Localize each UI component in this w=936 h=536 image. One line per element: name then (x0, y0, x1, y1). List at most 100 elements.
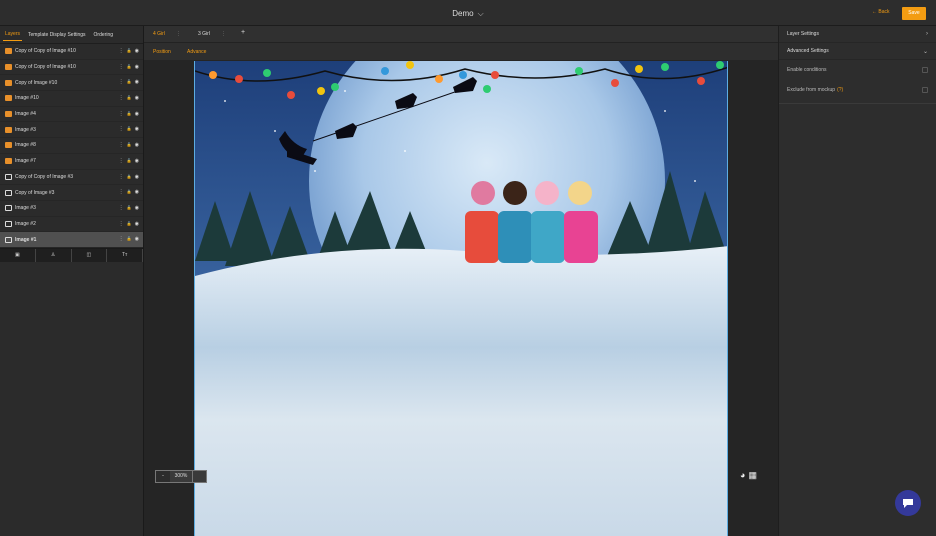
layer-row[interactable]: Copy of Copy of Image #10 ⋮ 🔓 ◉ (0, 44, 143, 60)
document-title[interactable]: Demo ⌵ (0, 9, 936, 19)
layer-row[interactable]: Image #4 ⋮ 🔓 ◉ (0, 107, 143, 123)
more-icon[interactable]: ⋮ (119, 126, 124, 132)
unlock-icon[interactable]: 🔓 (127, 236, 132, 242)
eye-icon[interactable]: ◉ (135, 126, 139, 132)
more-icon[interactable]: ⋮ (119, 205, 124, 211)
unlock-icon[interactable]: 🔓 (127, 126, 132, 132)
unlock-icon[interactable]: 🔓 (127, 48, 132, 54)
chat-button[interactable] (895, 490, 921, 516)
lock-icon[interactable]: 🔒 (127, 189, 132, 195)
tab-layers[interactable]: Layers (3, 28, 23, 41)
layer-row[interactable]: Image #3 ⋮ 🔓 ◉ (0, 122, 143, 139)
unlock-icon[interactable]: 🔓 (127, 79, 132, 85)
layer-controls: ⋮ 🔓 ◉ (119, 158, 139, 164)
add-tab-button[interactable]: + (241, 29, 245, 36)
more-icon[interactable]: ⋮ (119, 236, 124, 242)
layer-row[interactable]: Image #8 ⋮ 🔓 ◉ (0, 138, 143, 154)
layer-name: Image #3 (15, 126, 36, 133)
zoom-out-button[interactable]: - (156, 471, 170, 482)
zoom-value[interactable]: 300% (170, 471, 192, 482)
zoom-in-button[interactable] (192, 471, 206, 482)
layer-row[interactable]: Copy of Image #10 ⋮ 🔓 ◉ (0, 75, 143, 92)
more-icon[interactable]: ⋮ (119, 189, 124, 195)
eye-icon[interactable]: ◉ (135, 79, 139, 85)
eye-icon[interactable]: ◉ (135, 48, 139, 54)
eye-icon[interactable]: ◉ (135, 142, 139, 148)
layer-tools: ▣ ♙ ◫ Tт (0, 247, 143, 262)
eye-icon[interactable]: ◉ (135, 189, 139, 195)
layer-controls: ⋮ 🔓 ◉ (119, 79, 139, 85)
grid-icon[interactable]: ▦ (748, 470, 757, 481)
more-icon[interactable]: ⋮ (119, 221, 124, 227)
lock-icon[interactable]: 🔒 (127, 174, 132, 180)
layer-controls: ⋮ 🔒 ◉ (119, 174, 139, 180)
more-icon[interactable]: ⋮ (119, 79, 124, 85)
layer-row[interactable]: Copy of Image #3 ⋮ 🔒 ◉ (0, 185, 143, 201)
layer-controls: ⋮ 🔒 ◉ (119, 189, 139, 195)
eye-icon[interactable]: ◉ (135, 158, 139, 164)
more-icon[interactable]: ⋮ (119, 174, 124, 180)
more-icon[interactable]: ⋮ (119, 64, 124, 70)
unlock-icon[interactable]: 🔓 (127, 95, 132, 101)
layer-row[interactable]: Image #7 ⋮ 🔓 ◉ (0, 154, 143, 170)
layer-row[interactable]: Image #2 ⋮ 🔓 ◉ (0, 217, 143, 233)
tab-ordering[interactable]: Ordering (92, 29, 115, 41)
image-layer-icon (5, 205, 12, 212)
enable-conditions-checkbox[interactable] (922, 67, 928, 73)
unlock-icon[interactable]: 🔓 (127, 64, 132, 70)
shape-icon[interactable]: ◫ (71, 248, 108, 262)
layer-name: Image #4 (15, 111, 36, 118)
text-icon[interactable]: Tт (107, 248, 143, 262)
tab-advance[interactable]: Advance (187, 49, 206, 55)
eye-icon[interactable]: ◉ (135, 221, 139, 227)
layer-row[interactable]: Image #10 ⋮ 🔓 ◉ (0, 91, 143, 107)
more-icon[interactable]: ⋮ (119, 95, 124, 101)
eye-icon[interactable]: ◉ (135, 111, 139, 117)
unlock-icon[interactable]: 🔓 (127, 205, 132, 211)
unlock-icon[interactable]: 🔓 (127, 221, 132, 227)
chevron-down-icon[interactable]: ⌵ (478, 9, 484, 18)
image-layer-icon (5, 220, 12, 227)
eye-icon[interactable]: ◉ (135, 205, 139, 211)
design-canvas[interactable] (194, 61, 728, 536)
eye-icon[interactable]: ◉ (135, 95, 139, 101)
chat-icon (903, 499, 913, 508)
tab-4-girl[interactable]: 4 Girl (153, 31, 165, 37)
more-icon[interactable]: ⋮ (119, 142, 124, 148)
image-layer-icon (5, 111, 12, 118)
more-icon[interactable]: ⋮ (119, 158, 124, 164)
layer-controls: ⋮ 🔓 ◉ (119, 126, 139, 132)
palette-icon[interactable]: ◕ (740, 470, 745, 481)
exclude-mockup-option: Exclude from mockup (?) (779, 80, 936, 100)
save-button[interactable]: Save (902, 7, 926, 20)
sub-tabs: Position Advance (144, 43, 778, 60)
tab-3-girl[interactable]: 3 Girl (198, 31, 210, 37)
tab-position[interactable]: Position (153, 49, 171, 55)
unlock-icon[interactable]: 🔓 (127, 158, 132, 164)
exclude-mockup-checkbox[interactable] (922, 87, 928, 93)
tab-template-display-settings[interactable]: Template Display Settings (26, 29, 88, 41)
layer-row[interactable]: Image #1 ⋮ 🔓 ◉ (0, 232, 143, 248)
image-icon[interactable]: ▣ (0, 248, 36, 262)
enable-conditions-option: Enable conditions (779, 60, 936, 80)
eye-icon[interactable]: ◉ (135, 236, 139, 242)
layer-settings-row[interactable]: Layer Settings › (779, 26, 936, 43)
tab-menu-icon[interactable]: ⋮ (221, 31, 226, 37)
layer-row[interactable]: Image #3 ⋮ 🔓 ◉ (0, 201, 143, 217)
image-layer-icon (5, 236, 12, 243)
more-icon[interactable]: ⋮ (119, 111, 124, 117)
layer-row[interactable]: Copy of Copy of Image #10 ⋮ 🔓 ◉ (0, 60, 143, 76)
layer-name: Image #10 (15, 95, 39, 102)
unlock-icon[interactable]: 🔓 (127, 111, 132, 117)
layer-row[interactable]: Copy of Copy of Image #3 ⋮ 🔒 ◉ (0, 170, 143, 186)
tab-menu-icon[interactable]: ⋮ (176, 31, 181, 37)
help-icon[interactable]: (?) (837, 87, 843, 93)
person-icon[interactable]: ♙ (35, 248, 72, 262)
more-icon[interactable]: ⋮ (119, 48, 124, 54)
back-button[interactable]: ← Back (872, 9, 890, 15)
eye-icon[interactable]: ◉ (135, 64, 139, 70)
unlock-icon[interactable]: 🔓 (127, 142, 132, 148)
eye-icon[interactable]: ◉ (135, 174, 139, 180)
image-layer-icon (5, 126, 12, 133)
advanced-settings-row[interactable]: Advanced Settings ⌄ (779, 43, 936, 60)
